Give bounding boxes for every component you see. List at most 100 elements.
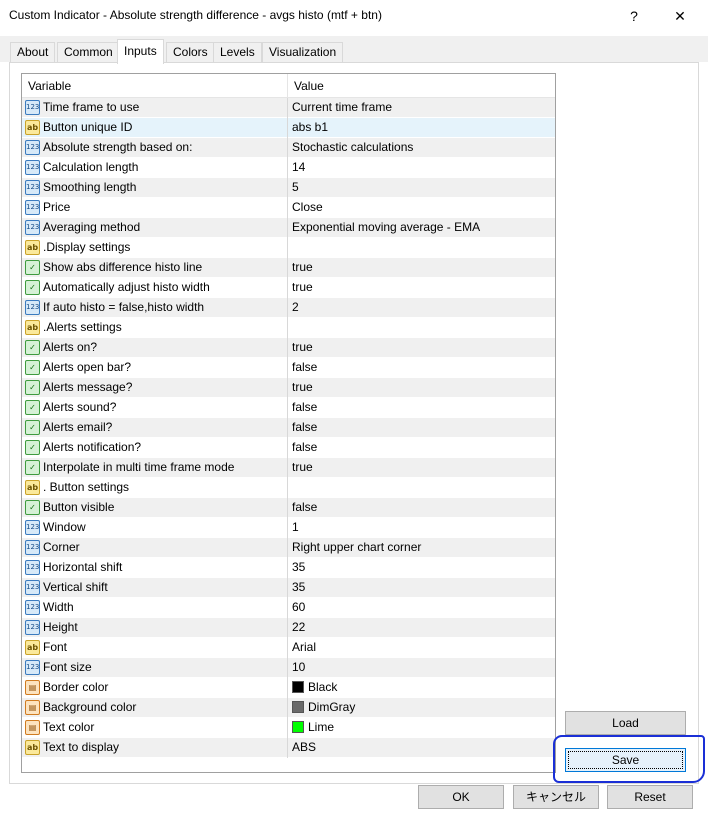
variable-cell[interactable]: ✓ Alerts on?: [22, 338, 287, 358]
variable-cell[interactable]: ab. Button settings: [22, 478, 287, 498]
tab-inputs[interactable]: Inputs: [117, 39, 164, 64]
grid-row[interactable]: ab Button unique ID abs b1: [22, 118, 555, 138]
grid-row[interactable]: 123 Absolute strength based on: Stochastic…: [22, 138, 555, 158]
tab-common[interactable]: Common: [57, 42, 120, 63]
tab-levels[interactable]: Levels: [213, 42, 262, 63]
grid-row[interactable]: ▤ Text color Lime: [22, 718, 555, 738]
variable-cell[interactable]: 123 Smoothing length: [22, 178, 287, 198]
value-cell[interactable]: 1: [288, 518, 555, 538]
variable-cell[interactable]: 123 Window: [22, 518, 287, 538]
value-cell[interactable]: [288, 478, 555, 498]
value-cell[interactable]: Black: [288, 678, 555, 698]
variable-cell[interactable]: 123 Price: [22, 198, 287, 218]
variable-cell[interactable]: ▤ Background color: [22, 698, 287, 718]
grid-row[interactable]: 123 Font size 10: [22, 658, 555, 678]
variable-cell[interactable]: ✓ Alerts open bar?: [22, 358, 287, 378]
value-cell[interactable]: false: [288, 358, 555, 378]
grid-row[interactable]: ✓ Alerts sound? false: [22, 398, 555, 418]
value-cell[interactable]: 14: [288, 158, 555, 178]
grid-row[interactable]: 123 Corner Right upper chart corner: [22, 538, 555, 558]
value-cell[interactable]: Current time frame: [288, 98, 555, 118]
grid-row[interactable]: ✓ Alerts email? false: [22, 418, 555, 438]
variable-cell[interactable]: 123 If auto histo = false,histo width: [22, 298, 287, 318]
grid-row[interactable]: 123 Vertical shift 35: [22, 578, 555, 598]
grid-row[interactable]: 123 Height 22: [22, 618, 555, 638]
variable-cell[interactable]: ab Button unique ID: [22, 118, 287, 138]
grid-row[interactable]: ✓ Button visible false: [22, 498, 555, 518]
variable-cell[interactable]: ab Font: [22, 638, 287, 658]
variable-cell[interactable]: 123 Corner: [22, 538, 287, 558]
grid-row[interactable]: ab .Display settings: [22, 238, 555, 258]
grid-row[interactable]: 123 If auto histo = false,histo width 2: [22, 298, 555, 318]
value-cell[interactable]: 10: [288, 658, 555, 678]
grid-row[interactable]: ▤ Border color Black: [22, 678, 555, 698]
value-cell[interactable]: true: [288, 278, 555, 298]
value-cell[interactable]: [288, 238, 555, 258]
variable-cell[interactable]: ✓ Button visible: [22, 498, 287, 518]
value-cell[interactable]: 60: [288, 598, 555, 618]
value-column-header[interactable]: Value: [288, 74, 555, 98]
grid-row[interactable]: 123 Time frame to use Current time frame: [22, 98, 555, 118]
variable-cell[interactable]: ✓ Show abs difference histo line: [22, 258, 287, 278]
grid-row[interactable]: ✓ Interpolate in multi time frame mode tru…: [22, 458, 555, 478]
value-cell[interactable]: true: [288, 338, 555, 358]
variable-cell[interactable]: ✓ Interpolate in multi time frame mode: [22, 458, 287, 478]
variable-cell[interactable]: 123 Height: [22, 618, 287, 638]
grid-row[interactable]: 123 Window 1: [22, 518, 555, 538]
value-cell[interactable]: Stochastic calculations: [288, 138, 555, 158]
grid-row[interactable]: 123 Horizontal shift 35: [22, 558, 555, 578]
variable-cell[interactable]: ✓ Alerts message?: [22, 378, 287, 398]
grid-row[interactable]: 123 Price Close: [22, 198, 555, 218]
variable-cell[interactable]: 123 Vertical shift: [22, 578, 287, 598]
variable-cell[interactable]: ✓ Automatically adjust histo width: [22, 278, 287, 298]
variable-cell[interactable]: 123 Absolute strength based on:: [22, 138, 287, 158]
grid-row[interactable]: 123 Averaging method Exponential moving av…: [22, 218, 555, 238]
grid-row[interactable]: 123 Smoothing length 5: [22, 178, 555, 198]
value-cell[interactable]: 2: [288, 298, 555, 318]
value-cell[interactable]: Lime: [288, 718, 555, 738]
value-cell[interactable]: false: [288, 398, 555, 418]
value-cell[interactable]: 5: [288, 178, 555, 198]
value-cell[interactable]: 35: [288, 558, 555, 578]
variable-cell[interactable]: ab .Alerts settings: [22, 318, 287, 338]
variable-cell[interactable]: 123 Time frame to use: [22, 98, 287, 118]
ok-button[interactable]: OK: [418, 785, 504, 809]
value-cell[interactable]: false: [288, 418, 555, 438]
grid-row[interactable]: ✓ Alerts on? true: [22, 338, 555, 358]
grid-row[interactable]: ab. Button settings: [22, 478, 555, 498]
value-cell[interactable]: Exponential moving average - EMA: [288, 218, 555, 238]
grid-row[interactable]: ▤ Background color DimGray: [22, 698, 555, 718]
variable-cell[interactable]: ▤ Text color: [22, 718, 287, 738]
grid-row[interactable]: ab .Alerts settings: [22, 318, 555, 338]
value-cell[interactable]: false: [288, 498, 555, 518]
value-cell[interactable]: ABS: [288, 738, 555, 758]
variable-cell[interactable]: ✓ Alerts sound?: [22, 398, 287, 418]
help-button[interactable]: ?: [612, 2, 656, 30]
value-cell[interactable]: [288, 318, 555, 338]
tab-colors[interactable]: Colors: [166, 42, 215, 63]
value-cell[interactable]: 22: [288, 618, 555, 638]
value-cell[interactable]: true: [288, 458, 555, 478]
grid-row[interactable]: ab Font Arial: [22, 638, 555, 658]
variable-cell[interactable]: ab .Display settings: [22, 238, 287, 258]
value-cell[interactable]: DimGray: [288, 698, 555, 718]
tab-visualization[interactable]: Visualization: [262, 42, 344, 63]
variable-cell[interactable]: 123 Calculation length: [22, 158, 287, 178]
grid-row[interactable]: ✓ Show abs difference histo line true: [22, 258, 555, 278]
value-cell[interactable]: true: [288, 258, 555, 278]
variable-cell[interactable]: ▤ Border color: [22, 678, 287, 698]
close-button[interactable]: ✕: [658, 2, 702, 30]
grid-row[interactable]: ab Text to display ABS: [22, 738, 555, 758]
grid-row[interactable]: ✓ Alerts message? true: [22, 378, 555, 398]
value-cell[interactable]: 35: [288, 578, 555, 598]
tab-about[interactable]: About: [10, 42, 56, 63]
grid-row[interactable]: ✓ Alerts open bar? false: [22, 358, 555, 378]
load-button[interactable]: Load: [565, 711, 686, 735]
value-cell[interactable]: Close: [288, 198, 555, 218]
grid-row[interactable]: ✓ Automatically adjust histo width true: [22, 278, 555, 298]
value-cell[interactable]: false: [288, 438, 555, 458]
variable-cell[interactable]: ab Text to display: [22, 738, 287, 758]
grid-row[interactable]: 123 Width 60: [22, 598, 555, 618]
value-cell[interactable]: Arial: [288, 638, 555, 658]
value-cell[interactable]: true: [288, 378, 555, 398]
